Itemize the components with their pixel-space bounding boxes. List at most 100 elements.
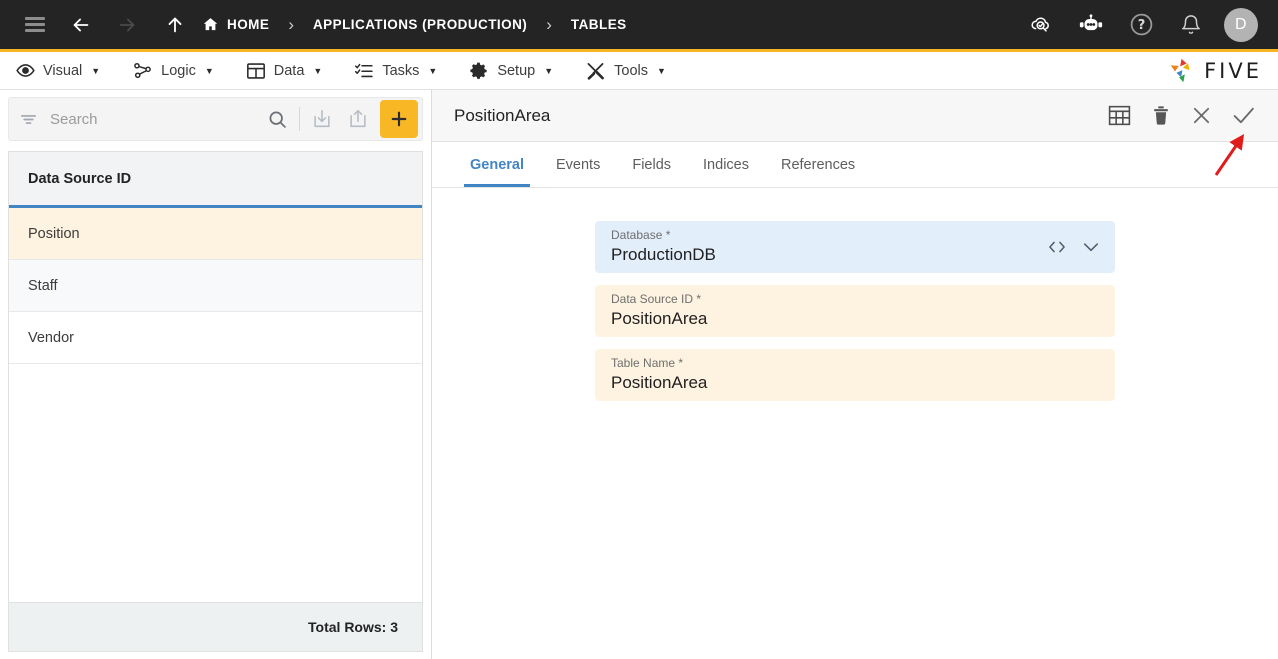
gear-icon bbox=[469, 61, 489, 81]
list-item-staff[interactable]: Staff bbox=[9, 260, 422, 312]
chevron-down-icon[interactable] bbox=[1081, 239, 1101, 255]
menu-item-tasks[interactable]: Tasks ▼ bbox=[354, 61, 437, 80]
table-name-field-label: Table Name * bbox=[611, 356, 684, 370]
home-icon bbox=[202, 16, 219, 33]
total-rows-label: Total Rows: 3 bbox=[308, 619, 398, 635]
tab-label: General bbox=[470, 156, 524, 173]
menu-label-tasks: Tasks bbox=[382, 62, 420, 79]
data-source-id-field-input[interactable] bbox=[611, 309, 1101, 329]
import-icon[interactable] bbox=[304, 101, 340, 137]
tab-events[interactable]: Events bbox=[540, 142, 616, 187]
tab-references[interactable]: References bbox=[765, 142, 871, 187]
search-input[interactable] bbox=[38, 110, 259, 128]
top-nav-right-group: ? D bbox=[1024, 7, 1264, 42]
list-item-vendor[interactable]: Vendor bbox=[9, 312, 422, 364]
add-record-button[interactable] bbox=[380, 100, 418, 138]
hamburger-menu-icon[interactable] bbox=[18, 8, 52, 42]
database-field-label: Database * bbox=[611, 228, 671, 242]
main-menu-bar: Visual ▼ Logic ▼ Data ▼ Tasks ▼ Setup ▼ … bbox=[0, 52, 1278, 90]
eye-icon bbox=[16, 61, 35, 80]
database-field[interactable]: Database * bbox=[595, 221, 1115, 273]
chevron-down-icon: ▼ bbox=[657, 65, 666, 76]
record-header: PositionArea bbox=[432, 90, 1278, 142]
menu-label-tools: Tools bbox=[614, 62, 648, 79]
forward-arrow-icon[interactable] bbox=[110, 8, 144, 42]
help-icon[interactable]: ? bbox=[1124, 8, 1158, 42]
save-check-icon[interactable] bbox=[1231, 103, 1256, 128]
menu-label-setup: Setup bbox=[497, 62, 536, 79]
chevron-down-icon: ▼ bbox=[544, 65, 554, 76]
cloud-search-icon[interactable] bbox=[1024, 8, 1058, 42]
top-nav-left-group: HOME › APPLICATIONS (PRODUCTION) › TABLE… bbox=[18, 8, 627, 42]
avatar[interactable]: D bbox=[1224, 7, 1258, 42]
back-arrow-icon[interactable] bbox=[64, 8, 98, 42]
tab-indices[interactable]: Indices bbox=[687, 142, 765, 187]
breadcrumb-label-tables: TABLES bbox=[570, 17, 627, 32]
menu-item-logic[interactable]: Logic ▼ bbox=[132, 61, 214, 80]
data-source-id-field-label: Data Source ID * bbox=[611, 292, 702, 306]
tab-label: Fields bbox=[632, 156, 672, 173]
chevron-down-icon: ▼ bbox=[313, 65, 323, 76]
menu-item-tools[interactable]: Tools ▼ bbox=[585, 61, 666, 81]
table-icon bbox=[246, 62, 266, 80]
breadcrumb-item-tables[interactable]: TABLES bbox=[571, 17, 627, 32]
checklist-icon bbox=[354, 61, 374, 80]
delete-icon[interactable] bbox=[1150, 104, 1172, 127]
left-panel: Data Source ID Position Staff Vendor Tot… bbox=[0, 90, 432, 659]
five-pinwheel-icon bbox=[1167, 57, 1197, 85]
record-tabs: General Events Fields Indices References bbox=[432, 142, 1278, 188]
menu-item-data[interactable]: Data ▼ bbox=[246, 62, 323, 80]
list-column-header[interactable]: Data Source ID bbox=[9, 152, 422, 208]
tab-fields[interactable]: Fields bbox=[616, 142, 687, 187]
toolbar-divider bbox=[299, 107, 300, 131]
database-field-input[interactable] bbox=[611, 245, 1037, 265]
tab-label: Indices bbox=[703, 156, 749, 173]
robot-icon[interactable] bbox=[1074, 8, 1108, 42]
application-window: HOME › APPLICATIONS (PRODUCTION) › TABLE… bbox=[0, 0, 1278, 659]
breadcrumb-separator: › bbox=[546, 14, 552, 34]
list-footer: Total Rows: 3 bbox=[8, 602, 423, 652]
page-title: PositionArea bbox=[454, 105, 551, 125]
menu-item-setup[interactable]: Setup ▼ bbox=[469, 61, 553, 81]
column-header-label: Data Source ID bbox=[28, 170, 132, 187]
list-item-label: Position bbox=[28, 225, 80, 242]
database-field-icons bbox=[1037, 239, 1101, 255]
tools-icon bbox=[585, 61, 606, 81]
tab-label: Events bbox=[556, 156, 601, 173]
tab-general[interactable]: General bbox=[454, 142, 540, 187]
table-name-field-input[interactable] bbox=[611, 373, 1101, 393]
export-icon[interactable] bbox=[340, 101, 376, 137]
search-toolbar bbox=[8, 97, 423, 141]
grid-view-icon[interactable] bbox=[1107, 103, 1132, 128]
list-empty-area bbox=[9, 364, 422, 602]
breadcrumb-item-home[interactable]: HOME bbox=[202, 16, 269, 33]
chevron-down-icon: ▼ bbox=[91, 65, 101, 76]
nodes-icon bbox=[132, 61, 153, 80]
avatar-initial: D bbox=[1235, 15, 1247, 33]
filter-icon[interactable] bbox=[19, 110, 38, 129]
right-panel: PositionArea General Events Fields Indic… bbox=[432, 90, 1278, 659]
breadcrumb-label-home: HOME bbox=[227, 17, 270, 32]
code-icon[interactable] bbox=[1047, 239, 1067, 255]
tab-label: References bbox=[780, 156, 856, 173]
search-icon[interactable] bbox=[259, 101, 295, 137]
up-arrow-icon[interactable] bbox=[158, 8, 192, 42]
table-name-field[interactable]: Table Name * bbox=[595, 349, 1115, 401]
menu-label-visual: Visual bbox=[43, 62, 83, 79]
breadcrumb-label-applications: APPLICATIONS (PRODUCTION) bbox=[312, 17, 528, 32]
list-item-label: Vendor bbox=[28, 329, 74, 346]
menu-label-data: Data bbox=[273, 62, 305, 79]
breadcrumb: HOME › APPLICATIONS (PRODUCTION) › TABLE… bbox=[202, 15, 627, 35]
breadcrumb-separator: › bbox=[288, 14, 294, 34]
data-source-id-field[interactable]: Data Source ID * bbox=[595, 285, 1115, 337]
general-form: Database * ProductionDB Data Source ID *… bbox=[432, 188, 1278, 659]
menu-label-logic: Logic bbox=[161, 62, 196, 79]
data-source-list: Data Source ID Position Staff Vendor bbox=[8, 151, 423, 602]
bell-icon[interactable] bbox=[1174, 8, 1208, 42]
menu-item-visual[interactable]: Visual ▼ bbox=[16, 61, 100, 80]
breadcrumb-item-applications[interactable]: APPLICATIONS (PRODUCTION) bbox=[313, 17, 527, 32]
brand-logo: FIVE bbox=[1167, 57, 1262, 85]
chevron-down-icon: ▼ bbox=[204, 65, 214, 76]
list-item-position[interactable]: Position bbox=[9, 208, 422, 260]
close-icon[interactable] bbox=[1190, 104, 1213, 127]
